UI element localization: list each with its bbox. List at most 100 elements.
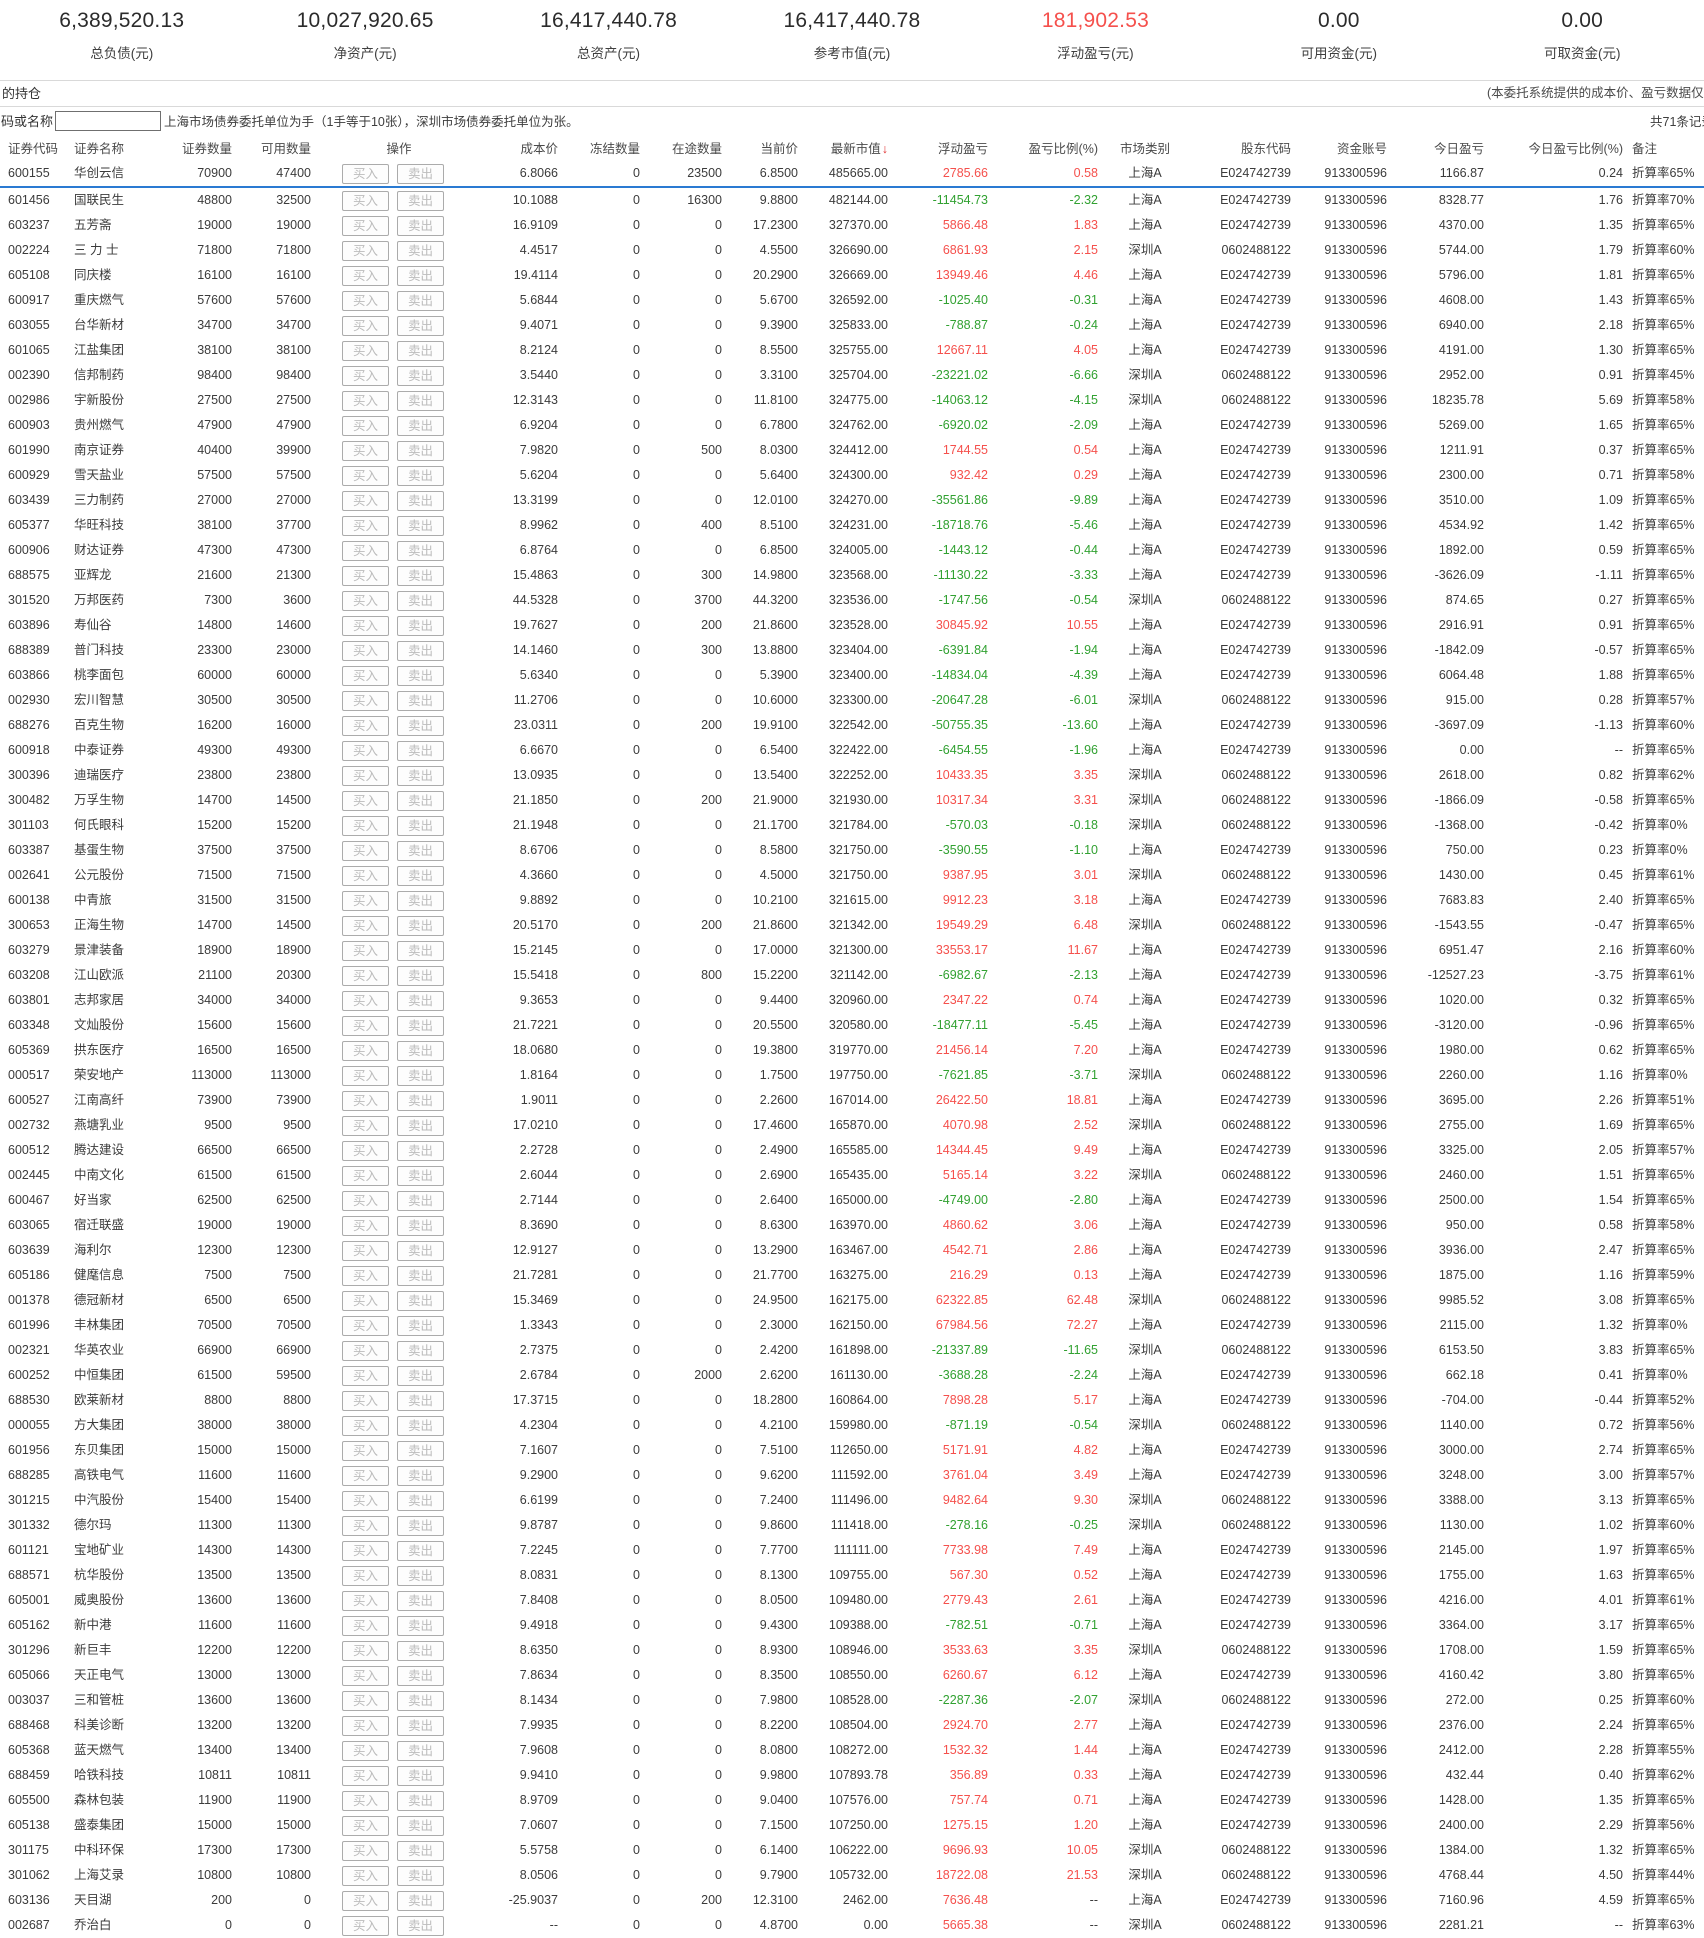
sell-button[interactable]: 卖出 bbox=[397, 1065, 444, 1086]
buy-button[interactable]: 买入 bbox=[342, 690, 389, 711]
buy-button[interactable]: 买入 bbox=[342, 415, 389, 436]
table-row[interactable]: 301332 德尔玛 11300 11300 买入 卖出 9.8787 0 0 9.8600 111… bbox=[0, 1513, 1704, 1538]
table-row[interactable]: 301103 何氏眼科 15200 15200 买入 卖出 21.1948 0 0 21.1700… bbox=[0, 813, 1704, 838]
sell-button[interactable]: 卖出 bbox=[397, 540, 444, 561]
buy-button[interactable]: 买入 bbox=[342, 1365, 389, 1386]
table-row[interactable]: 600917 重庆燃气 57600 57600 买入 卖出 5.6844 0 0 5.6700 32… bbox=[0, 288, 1704, 313]
sell-button[interactable]: 卖出 bbox=[397, 1340, 444, 1361]
buy-button[interactable]: 买入 bbox=[342, 840, 389, 861]
sell-button[interactable]: 卖出 bbox=[397, 1590, 444, 1611]
buy-button[interactable]: 买入 bbox=[342, 940, 389, 961]
sell-button[interactable]: 卖出 bbox=[397, 1315, 444, 1336]
sell-button[interactable]: 卖出 bbox=[397, 915, 444, 936]
buy-button[interactable]: 买入 bbox=[342, 540, 389, 561]
sell-button[interactable]: 卖出 bbox=[397, 1415, 444, 1436]
sell-button[interactable]: 卖出 bbox=[397, 1090, 444, 1111]
table-row[interactable]: 603866 桃李面包 60000 60000 买入 卖出 5.6340 0 0 5.3900 32… bbox=[0, 663, 1704, 688]
buy-button[interactable]: 买入 bbox=[342, 1615, 389, 1636]
buy-button[interactable]: 买入 bbox=[342, 1790, 389, 1811]
buy-button[interactable]: 买入 bbox=[342, 1265, 389, 1286]
sell-button[interactable]: 卖出 bbox=[397, 1690, 444, 1711]
sell-button[interactable]: 卖出 bbox=[397, 1640, 444, 1661]
buy-button[interactable]: 买入 bbox=[342, 1740, 389, 1761]
sell-button[interactable]: 卖出 bbox=[397, 1040, 444, 1061]
buy-button[interactable]: 买入 bbox=[342, 1540, 389, 1561]
sell-button[interactable]: 卖出 bbox=[397, 1715, 444, 1736]
sell-button[interactable]: 卖出 bbox=[397, 740, 444, 761]
table-row[interactable]: 600252 中恒集团 61500 59500 买入 卖出 2.6784 0 2000 2.620… bbox=[0, 1363, 1704, 1388]
buy-button[interactable]: 买入 bbox=[342, 740, 389, 761]
table-row[interactable]: 003037 三和管桩 13600 13600 买入 卖出 8.1434 0 0 7.9800 10… bbox=[0, 1688, 1704, 1713]
sell-button[interactable]: 卖出 bbox=[397, 1740, 444, 1761]
sell-button[interactable]: 卖出 bbox=[397, 790, 444, 811]
sell-button[interactable]: 卖出 bbox=[397, 1240, 444, 1261]
table-row[interactable]: 603439 三力制药 27000 27000 买入 卖出 13.3199 0 0 12.0100… bbox=[0, 488, 1704, 513]
table-row[interactable]: 603387 基蛋生物 37500 37500 买入 卖出 8.6706 0 0 8.5800 32… bbox=[0, 838, 1704, 863]
sell-button[interactable]: 卖出 bbox=[397, 940, 444, 961]
table-row[interactable]: 603237 五芳斋 19000 19000 买入 卖出 16.9109 0 0 17.2300 3… bbox=[0, 213, 1704, 238]
buy-button[interactable]: 买入 bbox=[342, 265, 389, 286]
sell-button[interactable]: 卖出 bbox=[397, 865, 444, 886]
sell-button[interactable]: 卖出 bbox=[397, 1865, 444, 1886]
buy-button[interactable]: 买入 bbox=[342, 1090, 389, 1111]
buy-button[interactable]: 买入 bbox=[342, 1215, 389, 1236]
table-row[interactable]: 600138 中青旅 31500 31500 买入 卖出 9.8892 0 0 10.2100 32… bbox=[0, 888, 1704, 913]
buy-button[interactable]: 买入 bbox=[342, 1590, 389, 1611]
buy-button[interactable]: 买入 bbox=[342, 1640, 389, 1661]
buy-button[interactable]: 买入 bbox=[342, 215, 389, 236]
sell-button[interactable]: 卖出 bbox=[397, 1265, 444, 1286]
table-row[interactable]: 688276 百克生物 16200 16000 买入 卖出 23.0311 0 200 19.91… bbox=[0, 713, 1704, 738]
buy-button[interactable]: 买入 bbox=[342, 1865, 389, 1886]
buy-button[interactable]: 买入 bbox=[342, 340, 389, 361]
sell-button[interactable]: 卖出 bbox=[397, 1915, 444, 1936]
buy-button[interactable]: 买入 bbox=[342, 1040, 389, 1061]
sell-button[interactable]: 卖出 bbox=[397, 815, 444, 836]
buy-button[interactable]: 买入 bbox=[342, 565, 389, 586]
buy-button[interactable]: 买入 bbox=[342, 1115, 389, 1136]
table-row[interactable]: 002986 宇新股份 27500 27500 买入 卖出 12.3143 0 0 11.8100… bbox=[0, 388, 1704, 413]
sell-button[interactable]: 卖出 bbox=[397, 1615, 444, 1636]
sell-button[interactable]: 卖出 bbox=[397, 1390, 444, 1411]
table-row[interactable]: 605162 新中港 11600 11600 买入 卖出 9.4918 0 0 9.4300 109… bbox=[0, 1613, 1704, 1638]
table-row[interactable]: 301215 中汽股份 15400 15400 买入 卖出 6.6199 0 0 7.2400 11… bbox=[0, 1488, 1704, 1513]
table-row[interactable]: 688575 亚辉龙 21600 21300 买入 卖出 15.4863 0 300 14.980… bbox=[0, 563, 1704, 588]
buy-button[interactable]: 买入 bbox=[342, 1715, 389, 1736]
sell-button[interactable]: 卖出 bbox=[397, 1440, 444, 1461]
buy-button[interactable]: 买入 bbox=[342, 890, 389, 911]
sell-button[interactable]: 卖出 bbox=[397, 365, 444, 386]
sell-button[interactable]: 卖出 bbox=[397, 1465, 444, 1486]
buy-button[interactable]: 买入 bbox=[342, 1190, 389, 1211]
sell-button[interactable]: 卖出 bbox=[397, 515, 444, 536]
buy-button[interactable]: 买入 bbox=[342, 1415, 389, 1436]
sell-button[interactable]: 卖出 bbox=[397, 1515, 444, 1536]
buy-button[interactable]: 买入 bbox=[342, 1665, 389, 1686]
table-row[interactable]: 001378 德冠新材 6500 6500 买入 卖出 15.3469 0 0 24.9500 16… bbox=[0, 1288, 1704, 1313]
table-row[interactable]: 601456 国联民生 48800 32500 买入 卖出 10.1088 0 16300 9.8… bbox=[0, 187, 1704, 213]
table-row[interactable]: 605108 同庆楼 16100 16100 买入 卖出 19.4114 0 0 20.2900 3… bbox=[0, 263, 1704, 288]
table-row[interactable]: 605138 盛泰集团 15000 15000 买入 卖出 7.0607 0 0 7.1500 10… bbox=[0, 1813, 1704, 1838]
buy-button[interactable]: 买入 bbox=[342, 965, 389, 986]
sell-button[interactable]: 卖出 bbox=[397, 490, 444, 511]
sell-button[interactable]: 卖出 bbox=[397, 340, 444, 361]
table-row[interactable]: 605066 天正电气 13000 13000 买入 卖出 7.8634 0 0 8.3500 10… bbox=[0, 1663, 1704, 1688]
sell-button[interactable]: 卖出 bbox=[397, 565, 444, 586]
buy-button[interactable]: 买入 bbox=[342, 1890, 389, 1911]
table-row[interactable]: 002930 宏川智慧 30500 30500 买入 卖出 11.2706 0 0 10.6000… bbox=[0, 688, 1704, 713]
buy-button[interactable]: 买入 bbox=[342, 1340, 389, 1361]
table-row[interactable]: 002687 乔治白 0 0 买入 卖出 -- 0 0 4.8700 0.00 5665.38 -- 深圳… bbox=[0, 1913, 1704, 1938]
table-row[interactable]: 688468 科美诊断 13200 13200 买入 卖出 7.9935 0 0 8.2200 10… bbox=[0, 1713, 1704, 1738]
buy-button[interactable]: 买入 bbox=[342, 1165, 389, 1186]
sell-button[interactable]: 卖出 bbox=[397, 1665, 444, 1686]
sell-button[interactable]: 卖出 bbox=[397, 965, 444, 986]
sell-button[interactable]: 卖出 bbox=[397, 215, 444, 236]
table-row[interactable]: 002445 中南文化 61500 61500 买入 卖出 2.6044 0 0 2.6900 16… bbox=[0, 1163, 1704, 1188]
table-row[interactable]: 603136 天目湖 200 0 买入 卖出 -25.9037 0 200 12.3100 2462… bbox=[0, 1888, 1704, 1913]
table-row[interactable]: 605500 森林包装 11900 11900 买入 卖出 8.9709 0 0 9.0400 10… bbox=[0, 1788, 1704, 1813]
table-row[interactable]: 605369 拱东医疗 16500 16500 买入 卖出 18.0680 0 0 19.3800… bbox=[0, 1038, 1704, 1063]
table-row[interactable]: 600467 好当家 62500 62500 买入 卖出 2.7144 0 0 2.6400 165… bbox=[0, 1188, 1704, 1213]
table-row[interactable]: 605186 健麾信息 7500 7500 买入 卖出 21.7281 0 0 21.7700 16… bbox=[0, 1263, 1704, 1288]
table-row[interactable]: 300482 万孚生物 14700 14500 买入 卖出 21.1850 0 200 21.90… bbox=[0, 788, 1704, 813]
buy-button[interactable]: 买入 bbox=[342, 490, 389, 511]
table-row[interactable]: 688530 欧莱新材 8800 8800 买入 卖出 17.3715 0 0 18.2800 16… bbox=[0, 1388, 1704, 1413]
table-row[interactable]: 603801 志邦家居 34000 34000 买入 卖出 9.3653 0 0 9.4400 32… bbox=[0, 988, 1704, 1013]
